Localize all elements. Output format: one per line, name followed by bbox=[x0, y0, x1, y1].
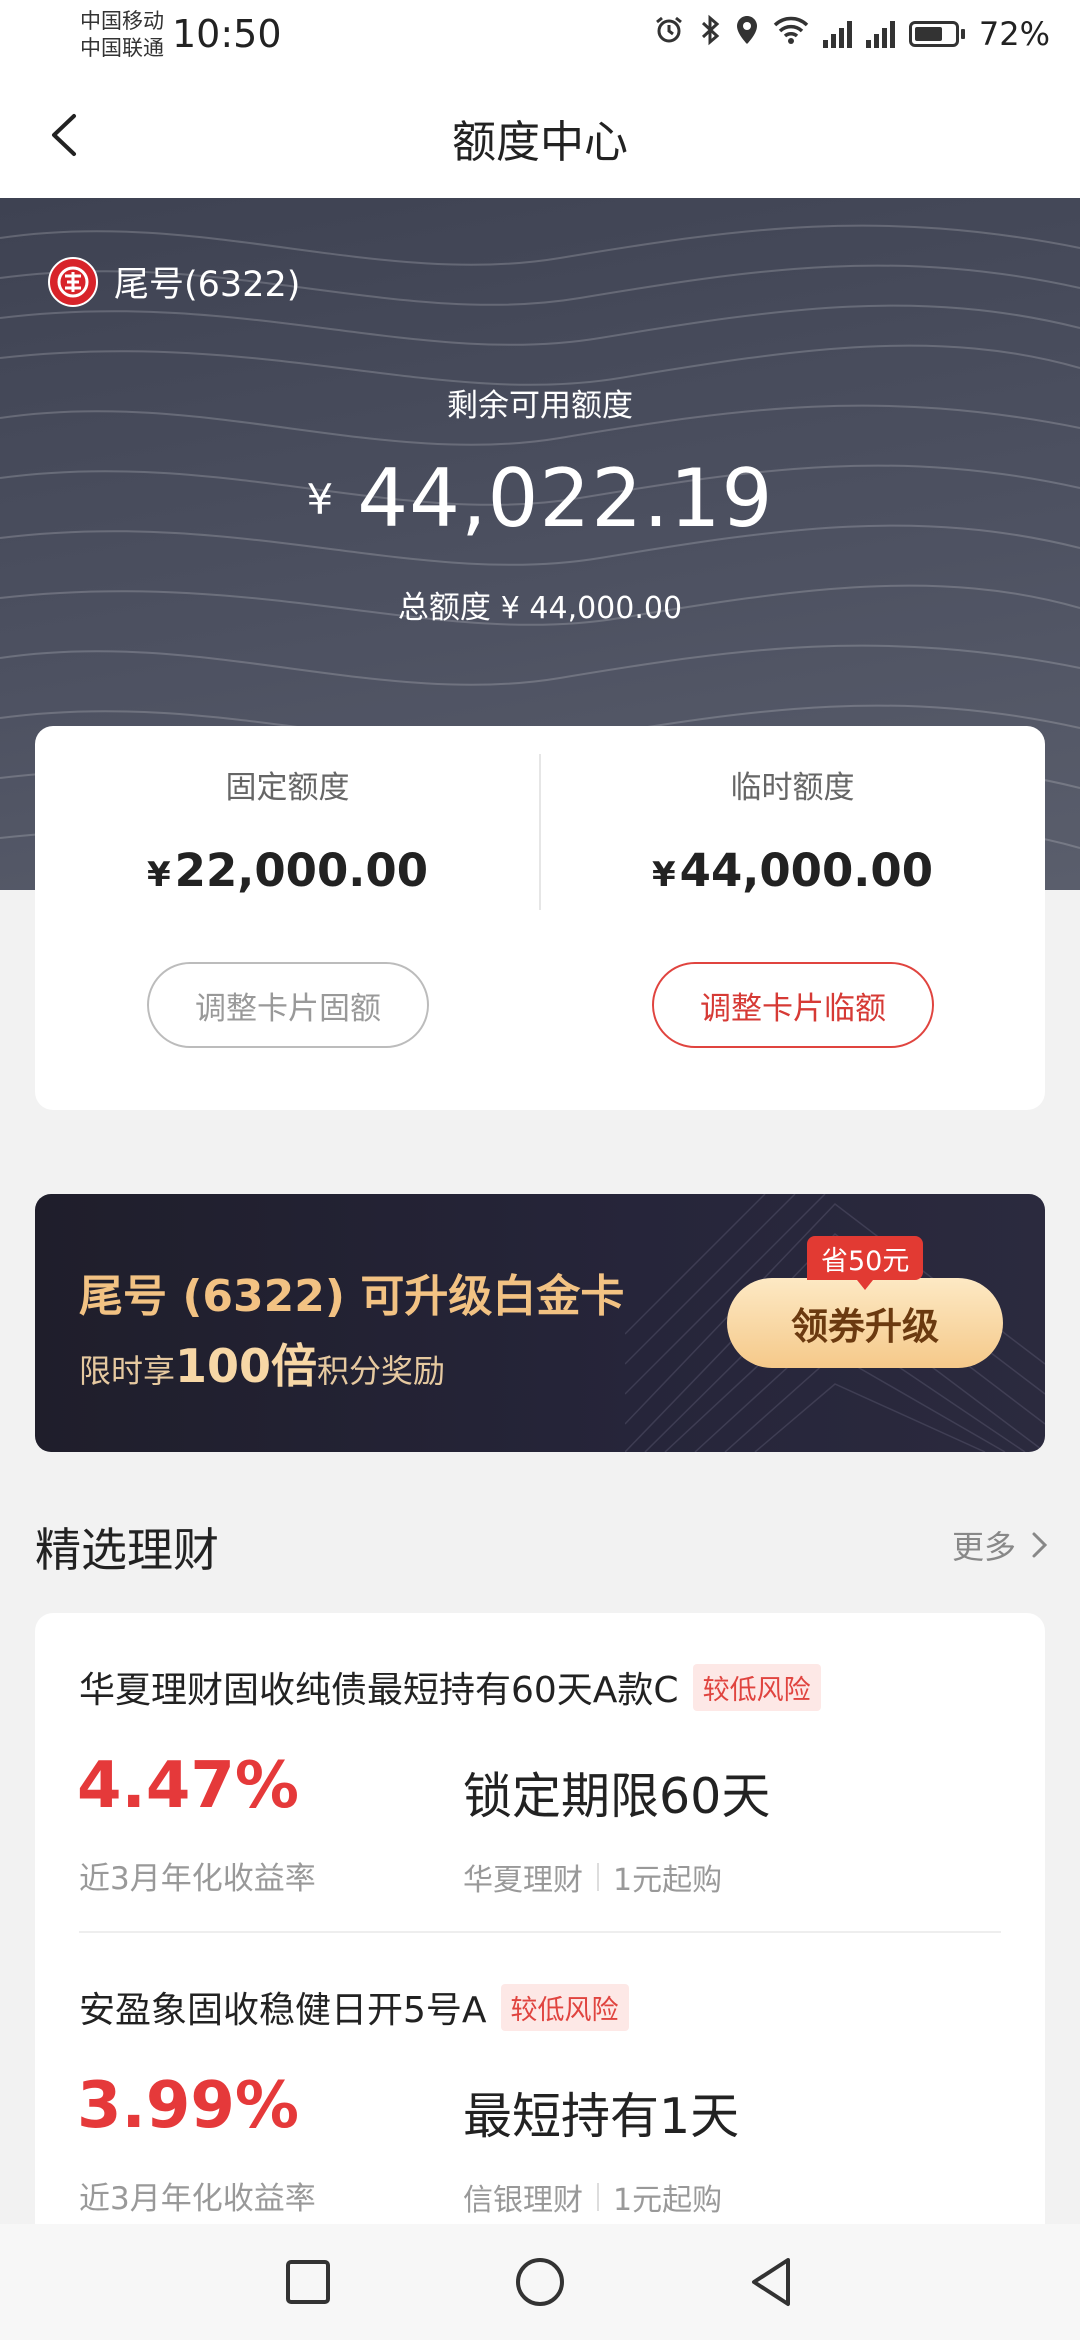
fixed-quota: 固定额度 ¥22,000.00 调整卡片固额 bbox=[35, 726, 540, 1110]
page-title: 额度中心 bbox=[452, 117, 628, 168]
section-title: 精选理财 bbox=[35, 1523, 219, 1577]
product-name-row: 安盈象固收稳健日开5号A 较低风险 bbox=[79, 1981, 629, 2033]
status-time: 10:50 bbox=[172, 12, 282, 56]
circle-icon bbox=[516, 2258, 564, 2306]
meta-divider bbox=[597, 2183, 599, 2211]
temp-quota-value: ¥44,000.00 bbox=[540, 844, 1045, 897]
product-rate-label: 近3月年化收益率 bbox=[79, 1861, 316, 1897]
alarm-icon bbox=[653, 14, 685, 54]
total-value: ¥ 44,000.00 bbox=[500, 591, 683, 626]
status-icons: 72% bbox=[653, 14, 1050, 54]
currency-symbol: ¥ bbox=[651, 855, 676, 895]
system-nav-bar bbox=[0, 2224, 1080, 2340]
currency-symbol: ¥ bbox=[306, 475, 334, 524]
banner-sub-suffix: 积分奖励 bbox=[317, 1352, 446, 1390]
battery-percent: 72% bbox=[978, 15, 1050, 53]
title-bar: 额度中心 bbox=[0, 72, 1080, 198]
carrier-2: 中国联通 bbox=[80, 36, 164, 60]
product-min: 1元起购 bbox=[613, 1863, 723, 1898]
fixed-quota-label: 固定额度 bbox=[225, 770, 350, 806]
product-meta: 信银理财 1元起购 bbox=[463, 2175, 722, 2219]
recent-apps-button[interactable] bbox=[276, 2250, 340, 2314]
upgrade-banner[interactable]: 尾号 (6322) 可升级白金卡 限时享100倍积分奖励 领券升级 省50元 bbox=[35, 1194, 1045, 1452]
banner-sub-highlight: 100倍 bbox=[175, 1339, 318, 1393]
claim-upgrade-button[interactable]: 领券升级 bbox=[727, 1278, 1003, 1368]
more-label: 更多 bbox=[951, 1528, 1016, 1566]
list-item[interactable]: 安盈象固收稳健日开5号A 较低风险 3.99% 近3月年化收益率 最短持有1天 … bbox=[35, 1933, 1045, 2255]
carrier-info: 中国移动 中国联通 bbox=[80, 8, 164, 62]
adjust-fixed-quota-button[interactable]: 调整卡片固额 bbox=[147, 962, 429, 1048]
product-issuer: 华夏理财 bbox=[463, 1863, 583, 1898]
signal-4g-icon bbox=[822, 20, 852, 48]
fixed-quota-amount: 22,000.00 bbox=[174, 844, 429, 897]
citic-bank-logo bbox=[48, 256, 98, 307]
bluetooth-icon bbox=[699, 14, 721, 54]
location-icon bbox=[735, 14, 759, 54]
adjust-temp-quota-button[interactable]: 调整卡片临额 bbox=[652, 962, 934, 1048]
product-term: 最短持有1天 bbox=[463, 2088, 740, 2145]
more-link[interactable]: 更多 bbox=[952, 1522, 1052, 1568]
signal-4g-icon bbox=[865, 20, 895, 48]
product-issuer: 信银理财 bbox=[463, 2183, 583, 2218]
remaining-amount: ¥44,022.19 bbox=[0, 452, 1080, 545]
square-icon bbox=[286, 2260, 330, 2304]
battery-icon bbox=[908, 21, 965, 47]
total-label: 总额度 bbox=[397, 590, 491, 626]
product-meta: 华夏理财 1元起购 bbox=[463, 1855, 722, 1899]
card-suffix: 尾号(6322) bbox=[114, 265, 301, 305]
triangle-back-icon bbox=[752, 2258, 790, 2306]
product-name: 安盈象固收稳健日开5号A bbox=[79, 1990, 487, 2031]
quota-card: 固定额度 ¥22,000.00 调整卡片固额 临时额度 ¥44,000.00 调… bbox=[35, 726, 1045, 1110]
remaining-value: 44,022.19 bbox=[357, 452, 774, 545]
currency-symbol: ¥ bbox=[146, 855, 171, 895]
discount-badge: 省50元 bbox=[807, 1236, 924, 1290]
risk-badge: 较低风险 bbox=[500, 1983, 629, 2031]
product-rate: 3.99% bbox=[77, 2069, 300, 2143]
temp-quota-label: 临时额度 bbox=[730, 770, 855, 806]
card-number: 尾号(6322) bbox=[48, 256, 300, 307]
temp-quota-amount: 44,000.00 bbox=[679, 844, 934, 897]
nav-back-button[interactable] bbox=[740, 2250, 804, 2314]
chevron-right-icon bbox=[1032, 1532, 1048, 1558]
home-button[interactable] bbox=[508, 2250, 572, 2314]
total-limit: 总额度 ¥ 44,000.00 bbox=[0, 582, 1080, 627]
carrier-1: 中国移动 bbox=[80, 9, 164, 33]
product-name: 华夏理财固收纯债最短持有60天A款C bbox=[79, 1670, 679, 1711]
list-item[interactable]: 华夏理财固收纯债最短持有60天A款C 较低风险 4.47% 近3月年化收益率 锁… bbox=[35, 1613, 1045, 1935]
product-term: 锁定期限60天 bbox=[463, 1768, 771, 1825]
meta-divider bbox=[597, 1863, 599, 1891]
fixed-quota-value: ¥22,000.00 bbox=[35, 844, 540, 897]
banner-sub-prefix: 限时享 bbox=[79, 1352, 176, 1390]
banner-subtitle: 限时享100倍积分奖励 bbox=[79, 1330, 445, 1396]
remaining-label: 剩余可用额度 bbox=[447, 388, 633, 424]
product-min: 1元起购 bbox=[613, 2183, 723, 2218]
product-rate: 4.47% bbox=[77, 1749, 300, 1823]
product-rate-label: 近3月年化收益率 bbox=[79, 2181, 316, 2217]
banner-title: 尾号 (6322) 可升级白金卡 bbox=[79, 1271, 625, 1322]
product-name-row: 华夏理财固收纯债最短持有60天A款C 较低风险 bbox=[79, 1661, 821, 1713]
temp-quota: 临时额度 ¥44,000.00 调整卡片临额 bbox=[540, 726, 1045, 1110]
risk-badge: 较低风险 bbox=[692, 1663, 821, 1711]
status-bar: 中国移动 中国联通 10:50 72% bbox=[0, 0, 1080, 72]
wifi-icon bbox=[773, 15, 809, 53]
